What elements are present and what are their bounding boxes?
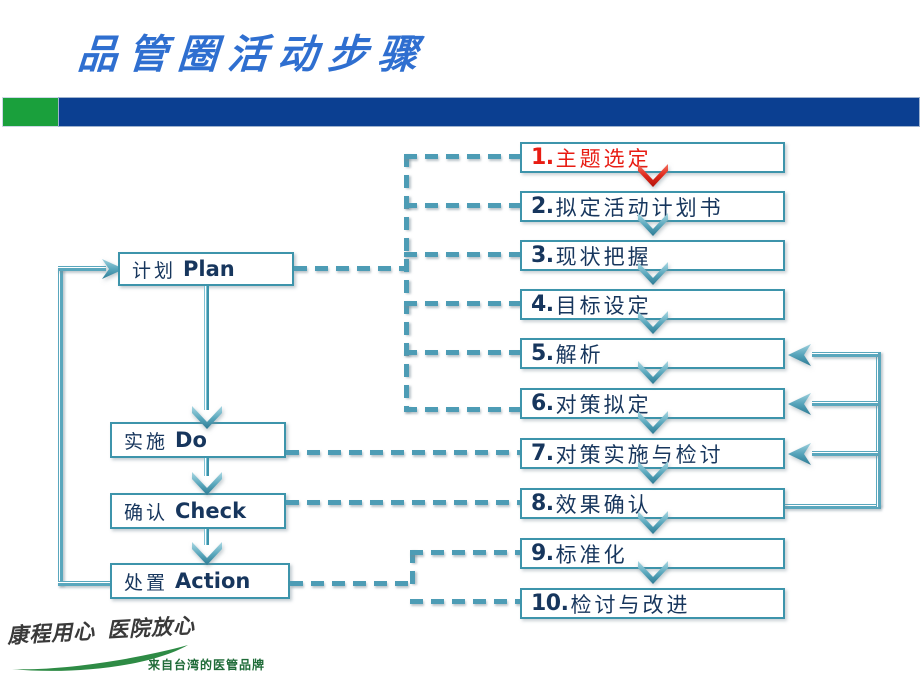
brand-tagline: 来自台湾的医管品牌 <box>148 658 266 672</box>
brand-logo-line-b: 医院放心 <box>106 612 196 643</box>
step-1-number: 1. <box>531 145 554 170</box>
dash-action-to-step9 <box>410 550 522 555</box>
pdca-box-check[interactable]: 确认 Check <box>110 493 286 529</box>
pdca-loop-vertical <box>58 268 63 586</box>
step-arrow-7-to-8 <box>636 459 670 485</box>
dash-plan-to-step1 <box>404 154 522 159</box>
step-arrow-8-to-9 <box>636 509 670 535</box>
feedback-bottom-rail <box>785 504 881 509</box>
feedback-arrow-step6 <box>783 390 813 418</box>
dash-plan-trunk <box>294 266 406 271</box>
step-5-label: 解析 <box>555 342 604 367</box>
dash-do-to-step7 <box>286 450 522 455</box>
dash-action-to-step10 <box>410 599 522 604</box>
pdca-do-en: Do <box>175 428 207 452</box>
feedback-rail-to-step6 <box>812 401 878 406</box>
step-9-label: 标准化 <box>555 542 628 567</box>
flow-plan-to-do-arrow <box>190 404 224 430</box>
feedback-rail-to-step5 <box>812 352 878 357</box>
pdca-plan-cn: 计划 <box>132 259 177 282</box>
step-5-number: 5. <box>531 341 554 366</box>
feedback-arrow-step5 <box>783 341 813 369</box>
step-10-label: 检讨与改进 <box>570 592 691 617</box>
flow-do-to-check-arrow <box>190 470 224 496</box>
dash-plan-to-step5 <box>404 350 522 355</box>
feedback-arrow-step7 <box>783 440 813 468</box>
pdca-box-plan[interactable]: 计划 Plan <box>118 252 294 286</box>
step-box-10[interactable]: 10. 检讨与改进 <box>520 588 785 619</box>
page-title: 品管圈活动步骤 <box>76 31 430 78</box>
pdca-plan-en: Plan <box>183 257 235 281</box>
step-4-number: 4. <box>531 292 554 317</box>
dash-action-trunk <box>290 581 412 586</box>
dash-plan-to-step3 <box>404 252 522 257</box>
dash-plan-to-step2 <box>404 203 522 208</box>
pdca-box-action[interactable]: 处置 Action <box>110 563 290 599</box>
step-arrow-1-to-2 <box>636 162 670 188</box>
step-arrow-3-to-4 <box>636 260 670 286</box>
dash-plan-to-step4 <box>404 301 522 306</box>
step-arrow-6-to-7 <box>636 409 670 435</box>
brand-logo-line-a: 康程用心 <box>6 618 96 649</box>
step-arrow-5-to-6 <box>636 359 670 385</box>
slide-canvas: 品管圈活动步骤 计划 Plan 实施 Do 确认 Check 处置 Action <box>0 0 920 690</box>
pdca-action-cn: 处置 <box>124 571 169 594</box>
step-10-number: 10. <box>531 591 569 616</box>
pdca-check-cn: 确认 <box>124 501 169 524</box>
step-8-number: 8. <box>531 491 554 516</box>
step-3-number: 3. <box>531 243 554 268</box>
step-arrow-9-to-10 <box>636 559 670 585</box>
step-6-number: 6. <box>531 391 554 416</box>
pdca-action-en: Action <box>175 569 251 593</box>
step-2-number: 2. <box>531 194 554 219</box>
feedback-vertical-rail <box>876 352 881 507</box>
pdca-check-en: Check <box>175 499 247 523</box>
step-arrow-4-to-5 <box>636 309 670 335</box>
pdca-loop-top <box>58 266 106 271</box>
step-arrow-2-to-3 <box>636 211 670 237</box>
dash-check-to-step8 <box>286 500 522 505</box>
step-9-number: 9. <box>531 541 554 566</box>
flow-plan-to-do-line <box>204 286 209 410</box>
feedback-rail-to-step7 <box>812 451 878 456</box>
step-7-number: 7. <box>531 441 554 466</box>
pdca-do-cn: 实施 <box>124 430 169 453</box>
dash-action-spine <box>410 550 415 586</box>
flow-check-to-action-arrow <box>190 540 224 566</box>
header-blue-bar <box>58 97 920 127</box>
brand-logo-text: 康程用心 医院放心 <box>6 610 195 650</box>
dash-plan-spine <box>404 154 409 412</box>
dash-plan-to-step6 <box>404 407 522 412</box>
